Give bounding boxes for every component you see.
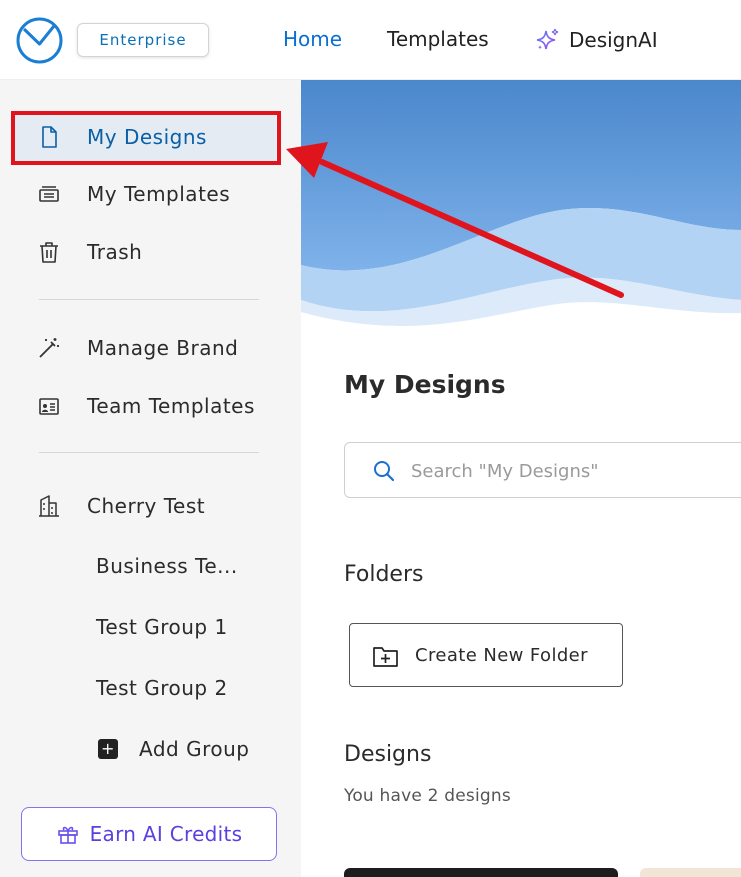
gift-icon bbox=[57, 826, 78, 844]
sidebar-item-team-templates[interactable]: Team Templates bbox=[14, 381, 276, 431]
sidebar-item-label: My Templates bbox=[87, 182, 231, 206]
sidebar-item-label: Trash bbox=[87, 240, 143, 264]
magic-wand-icon bbox=[39, 338, 59, 358]
designs-count: You have 2 designs bbox=[344, 786, 511, 806]
building-icon bbox=[39, 495, 59, 517]
add-group-button[interactable]: + Add Group bbox=[98, 737, 249, 761]
top-header: Enterprise Home Templates DesignAI bbox=[0, 0, 741, 80]
logo-icon[interactable] bbox=[16, 17, 63, 64]
team-templates-icon bbox=[39, 398, 59, 415]
add-group-label: Add Group bbox=[139, 737, 250, 761]
sidebar-item-trash[interactable]: Trash bbox=[14, 227, 276, 277]
sidebar-divider bbox=[39, 299, 259, 300]
create-new-folder-label: Create New Folder bbox=[415, 644, 588, 666]
trash-icon bbox=[40, 242, 58, 263]
nav-home[interactable]: Home bbox=[283, 27, 342, 51]
sparkle-icon bbox=[536, 28, 559, 50]
designs-heading: Designs bbox=[344, 742, 432, 767]
sidebar-group-business[interactable]: Business Te... bbox=[96, 554, 238, 578]
sidebar-item-manage-brand[interactable]: Manage Brand bbox=[14, 323, 276, 373]
design-thumbnail[interactable] bbox=[344, 868, 618, 877]
earn-ai-credits-label: Earn AI Credits bbox=[89, 822, 243, 846]
enterprise-badge: Enterprise bbox=[77, 23, 209, 57]
search-icon bbox=[374, 461, 395, 482]
folder-plus-icon bbox=[373, 647, 398, 667]
sidebar-group-test-1[interactable]: Test Group 1 bbox=[96, 615, 228, 639]
sidebar-item-label: Cherry Test bbox=[87, 494, 206, 518]
nav-templates[interactable]: Templates bbox=[387, 27, 489, 51]
nav-design-ai[interactable]: DesignAI bbox=[535, 27, 658, 53]
sidebar-divider bbox=[39, 452, 259, 453]
sidebar-group-test-2[interactable]: Test Group 2 bbox=[96, 676, 228, 700]
search-bar bbox=[344, 442, 741, 498]
folders-heading: Folders bbox=[344, 562, 424, 587]
earn-ai-credits-button[interactable]: Earn AI Credits bbox=[21, 807, 277, 861]
design-thumbnail[interactable] bbox=[640, 868, 741, 877]
highlight-annotation bbox=[11, 111, 281, 165]
sidebar-item-label: Manage Brand bbox=[87, 336, 239, 360]
sidebar-item-label: Team Templates bbox=[87, 394, 255, 418]
plus-icon: + bbox=[98, 739, 118, 759]
header-banner bbox=[301, 80, 741, 335]
search-input[interactable] bbox=[411, 457, 741, 485]
sidebar-item-my-templates[interactable]: My Templates bbox=[14, 169, 276, 219]
create-new-folder-button[interactable]: Create New Folder bbox=[349, 623, 623, 687]
page-title: My Designs bbox=[344, 370, 506, 399]
templates-icon bbox=[39, 186, 59, 202]
sidebar-item-cherry-test[interactable]: Cherry Test bbox=[14, 481, 276, 531]
nav-design-ai-label: DesignAI bbox=[569, 28, 658, 52]
